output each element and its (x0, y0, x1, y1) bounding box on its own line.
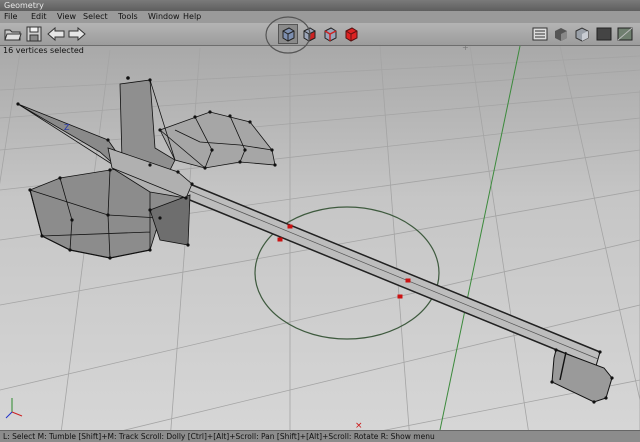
scene-canvas: Z × + (0, 46, 640, 430)
menu-view[interactable]: View (57, 11, 76, 23)
3d-viewport[interactable]: 16 vertices selected Z × + (0, 46, 640, 430)
save-button[interactable] (25, 25, 43, 43)
menu-tools[interactable]: Tools (118, 11, 138, 23)
display-list-button[interactable] (531, 25, 549, 43)
z-axis-label: Z (64, 123, 70, 132)
menu-select[interactable]: Select (83, 11, 108, 23)
shade-lit-icon (617, 27, 633, 41)
menu-file[interactable]: File (4, 11, 17, 23)
origin-marker: × (355, 421, 363, 430)
shade-smooth-icon (575, 27, 589, 42)
crosshair-marker: + (462, 46, 469, 52)
shade-lit-button[interactable] (616, 25, 634, 43)
status-bar: L: Select M: Tumble [Shift]+M: Track Scr… (0, 430, 640, 442)
shade-smooth-button[interactable] (573, 25, 591, 43)
y-axis-line (439, 46, 521, 430)
display-list-icon (532, 27, 548, 41)
window-titlebar: Geometry (0, 0, 640, 11)
undo-button[interactable] (47, 25, 65, 43)
select-edge-button[interactable] (321, 25, 339, 43)
open-button[interactable] (4, 25, 22, 43)
axe-head-right (159, 111, 276, 169)
highlight-circle (265, 16, 311, 54)
select-edge-icon (324, 27, 337, 42)
redo-arrow-icon (68, 26, 86, 42)
window-title: Geometry (4, 1, 44, 10)
axe-shaft (179, 181, 613, 403)
save-disk-icon (26, 26, 42, 42)
menu-edit[interactable]: Edit (31, 11, 47, 23)
open-folder-icon (4, 29, 22, 41)
shade-dark-button[interactable] (595, 25, 613, 43)
orientation-gizmo-icon (5, 398, 23, 419)
select-vertex-button[interactable] (342, 25, 360, 43)
main-toolbar (0, 23, 640, 46)
undo-arrow-icon (47, 26, 65, 42)
redo-button[interactable] (68, 25, 86, 43)
menu-window[interactable]: Window (148, 11, 180, 23)
select-vertex-icon (345, 27, 358, 42)
shade-flat-icon (555, 28, 567, 41)
menu-help[interactable]: Help (183, 11, 201, 23)
shade-flat-button[interactable] (552, 25, 570, 43)
axe-spear-point (17, 103, 123, 169)
status-hints: L: Select M: Tumble [Shift]+M: Track Scr… (3, 432, 435, 441)
shade-dark-icon (596, 27, 612, 41)
